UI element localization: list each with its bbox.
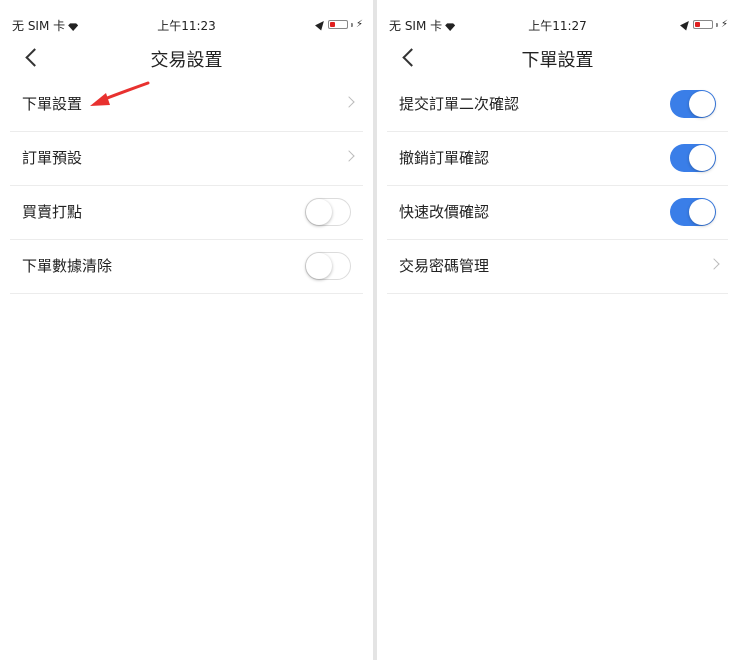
location-icon (315, 18, 327, 31)
chevron-right-icon (343, 96, 355, 108)
cancel-order-confirm-row: 撤銷訂單確認 (387, 132, 728, 186)
row-label: 交易密碼管理 (399, 257, 490, 275)
row-label: 下單數據清除 (22, 257, 113, 275)
settings-list: 提交訂單二次確認 撤銷訂單確認 快速改價確認 交易密碼管理 (377, 78, 738, 294)
order-presets-row[interactable]: 訂單預設 (10, 132, 363, 186)
settings-list: 下單設置 訂單預設 買賣打點 下單數據清除 (0, 78, 373, 294)
status-bar: 无 SIM 卡 上午11:23 ⚡ (0, 14, 373, 36)
quick-price-change-confirm-toggle[interactable] (670, 198, 716, 226)
location-icon (680, 18, 692, 31)
annotation-arrow-icon (90, 81, 150, 106)
row-label: 快速改價確認 (399, 203, 490, 221)
chevron-right-icon (343, 150, 355, 162)
trade-settings-screen: 无 SIM 卡 上午11:23 ⚡ 交易設置 下單設置 訂單預設 買賣打點 下單… (0, 0, 373, 660)
submit-order-confirm-toggle[interactable] (670, 90, 716, 118)
battery-icon (692, 20, 713, 29)
order-settings-screen: 无 SIM 卡 上午11:27 ⚡ 下單設置 提交訂單二次確認 撤銷訂單確認 快… (377, 0, 738, 660)
page-title: 下單設置 (521, 50, 594, 71)
row-label: 撤銷訂單確認 (399, 149, 490, 167)
row-label: 買賣打點 (22, 203, 83, 221)
row-label: 提交訂單二次確認 (399, 95, 520, 113)
page-title: 交易設置 (150, 50, 223, 71)
nav-bar: 交易設置 (0, 38, 373, 78)
trade-password-row[interactable]: 交易密碼管理 (387, 240, 728, 294)
charging-icon: ⚡ (720, 19, 728, 30)
row-label: 下單設置 (22, 95, 83, 113)
row-label: 訂單預設 (22, 149, 83, 167)
trade-marking-row: 買賣打點 (10, 186, 363, 240)
cancel-order-confirm-toggle[interactable] (670, 144, 716, 172)
trade-marking-toggle[interactable] (305, 198, 351, 226)
clear-order-data-row: 下單數據清除 (10, 240, 363, 294)
chevron-right-icon (708, 258, 720, 270)
order-settings-row[interactable]: 下單設置 (10, 78, 363, 132)
status-bar: 无 SIM 卡 上午11:27 ⚡ (377, 14, 738, 36)
clear-order-data-toggle[interactable] (305, 252, 351, 280)
quick-price-change-confirm-row: 快速改價確認 (387, 186, 728, 240)
charging-icon: ⚡ (355, 19, 363, 30)
nav-bar: 下單設置 (377, 38, 738, 78)
battery-icon (327, 20, 348, 29)
submit-order-confirm-row: 提交訂單二次確認 (387, 78, 728, 132)
